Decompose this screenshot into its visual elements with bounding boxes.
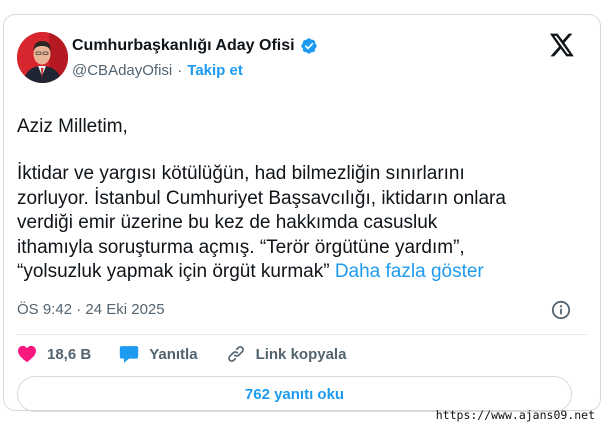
reply-label: Yanıtla [149, 345, 198, 363]
post-body-line: “yolsuzluk yapmak için örgüt kurmak” [17, 261, 330, 282]
source-watermark: https://www.ajans09.net [435, 408, 595, 422]
author-name-row: Cumhurbaşkanlığı Aday Ofisi [72, 37, 318, 55]
x-logo-icon[interactable] [549, 33, 575, 57]
avatar-image [17, 32, 68, 83]
post-body-line: ithamıyla soruşturma açmış. “Terör örgüt… [17, 236, 465, 258]
link-icon [227, 346, 244, 362]
profile-photo-icon[interactable] [17, 32, 68, 83]
like-count: 18,6 B [47, 345, 92, 363]
author-display-name[interactable]: Cumhurbaşkanlığı Aday Ofisi [72, 37, 295, 55]
action-bar: 18,6 B Yanıtla Link kopyala [17, 344, 374, 364]
post-body-line: zorluyor. İstanbul Cumhuriyet Başsavcılı… [17, 187, 506, 209]
like-button[interactable]: 18,6 B [17, 345, 91, 363]
tweet-card: Cumhurbaşkanlığı Aday Ofisi @CBAdayOfisi… [3, 14, 601, 412]
reply-button[interactable]: Yanıtla [119, 345, 198, 364]
show-more-link[interactable]: Daha fazla göster [335, 261, 484, 282]
verified-badge-icon [300, 37, 318, 55]
post-greeting: Aziz Milletim, [17, 116, 128, 137]
post-body-line: İktidar ve yargısı kötülüğün, had bilmez… [17, 163, 465, 184]
copy-link-label: Link kopyala [255, 345, 347, 363]
copy-link-button[interactable]: Link kopyala [226, 344, 347, 364]
info-icon[interactable] [551, 300, 571, 320]
separator-dot: · [177, 62, 183, 79]
follow-button[interactable]: Takip et [187, 62, 243, 79]
author-handle[interactable]: @CBAdayOfisi [72, 62, 172, 79]
heart-icon [18, 345, 36, 363]
post-body-line: verdiği emir üzerine bu kez de hakkımda … [17, 212, 438, 233]
post-body: İktidar ve yargısı kötülüğün, had bilmez… [17, 162, 557, 285]
divider [17, 334, 587, 335]
post-timestamp[interactable]: ÖS 9:42 · 24 Eki 2025 [17, 301, 165, 318]
post-body-last-line: “yolsuzluk yapmak için örgüt kurmak” Dah… [17, 260, 557, 285]
author-handle-row: @CBAdayOfisi · Takip et [72, 62, 243, 79]
speech-bubble-icon [120, 345, 139, 363]
read-replies-button[interactable]: 762 yanıtı oku [17, 376, 572, 412]
